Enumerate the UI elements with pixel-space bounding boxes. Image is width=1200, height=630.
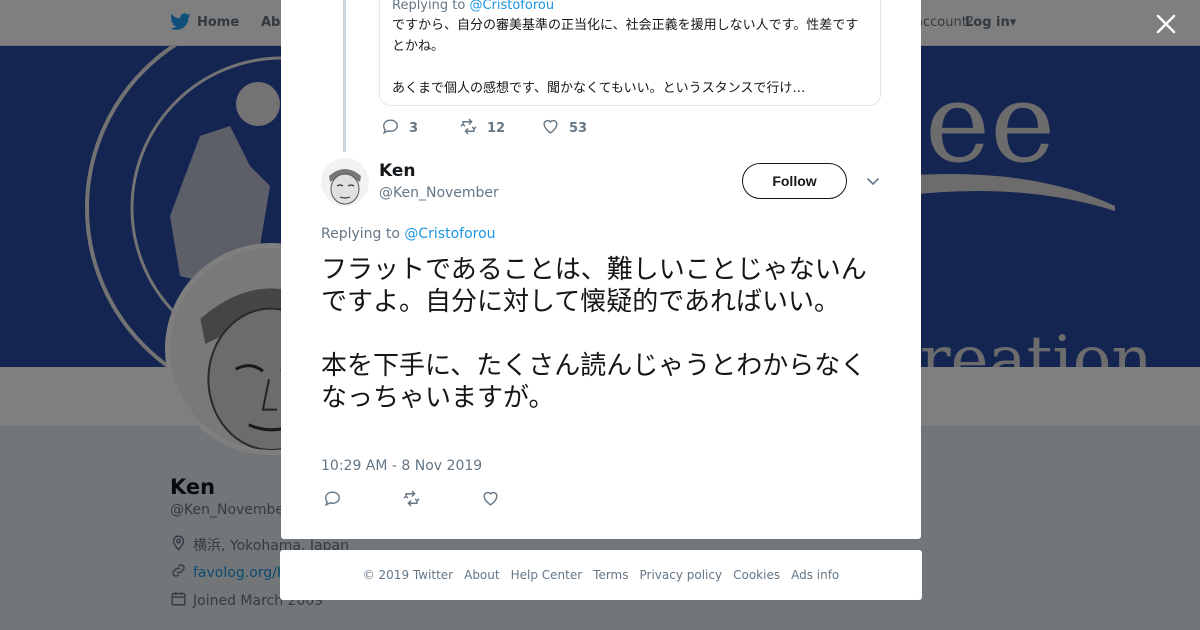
modal-footer: © 2019 Twitter About Help Center Terms P… bbox=[280, 550, 922, 600]
reply-icon[interactable] bbox=[323, 489, 342, 512]
footer-copyright: © 2019 Twitter bbox=[362, 568, 454, 582]
thread-connector-line bbox=[343, 0, 346, 152]
quoted-tweet-actions: 3 12 53 bbox=[381, 117, 587, 140]
reply-icon bbox=[381, 117, 400, 140]
quoted-tweet-card[interactable]: Replying to @Cristoforou ですから、自分の審美基準の正当… bbox=[379, 0, 881, 106]
footer-link-privacy[interactable]: Privacy policy bbox=[640, 568, 723, 582]
reply-count: 3 bbox=[409, 121, 419, 136]
footer-link-cookies[interactable]: Cookies bbox=[733, 568, 780, 582]
footer-link-about[interactable]: About bbox=[464, 568, 499, 582]
like-count: 53 bbox=[569, 121, 588, 136]
heart-icon bbox=[541, 117, 560, 140]
footer-link-help-center[interactable]: Help Center bbox=[511, 568, 583, 582]
tweet-author-avatar[interactable] bbox=[321, 158, 369, 206]
like-action[interactable]: 53 bbox=[541, 117, 587, 140]
footer-link-terms[interactable]: Terms bbox=[593, 568, 628, 582]
tweet-text: フラットであることは、難しいことじゃないんですよ。自分に対して懐疑的であればいい… bbox=[321, 255, 867, 413]
retweet-icon[interactable] bbox=[402, 489, 421, 512]
tweet-author-handle[interactable]: @Ken_November bbox=[379, 185, 499, 201]
retweet-count: 12 bbox=[487, 121, 506, 136]
quoted-replying-mention[interactable]: @Cristoforou bbox=[469, 0, 554, 13]
replying-prefix: Replying to bbox=[321, 226, 405, 242]
footer-link-ads-info[interactable]: Ads info bbox=[791, 568, 839, 582]
close-icon[interactable] bbox=[1152, 10, 1180, 38]
tweet-author-name[interactable]: Ken bbox=[379, 161, 416, 181]
tweet-timestamp[interactable]: 10:29 AM - 8 Nov 2019 bbox=[321, 458, 482, 474]
tweet-modal: Replying to @Cristoforou ですから、自分の審美基準の正当… bbox=[281, 0, 921, 539]
tweet-replying-to: Replying to @Cristoforou bbox=[321, 226, 496, 242]
retweet-icon bbox=[459, 117, 478, 140]
quoted-tweet-text: ですから、自分の審美基準の正当化に、社会正義を援用しない人です。性差ですとかね。… bbox=[392, 18, 859, 96]
heart-icon[interactable] bbox=[481, 489, 500, 512]
tweet-actions bbox=[323, 489, 500, 512]
follow-button[interactable]: Follow bbox=[742, 163, 847, 199]
quoted-replying-to: Replying to @Cristoforou bbox=[392, 0, 868, 14]
quoted-replying-prefix: Replying to bbox=[392, 0, 470, 13]
reply-action[interactable]: 3 bbox=[381, 117, 459, 140]
replying-mention[interactable]: @Cristoforou bbox=[404, 226, 495, 242]
retweet-action[interactable]: 12 bbox=[459, 117, 541, 140]
chevron-down-icon[interactable] bbox=[865, 173, 881, 189]
